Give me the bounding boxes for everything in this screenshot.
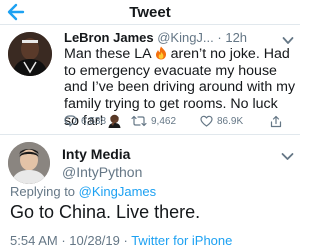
like-action[interactable]: 86.9K: [200, 114, 243, 128]
reply-author-handle[interactable]: @IntyPython: [62, 164, 142, 180]
dot-separator: ·: [213, 30, 226, 45]
tweet-text-part-1: Man these LA: [64, 46, 155, 62]
heart-icon: [200, 115, 213, 127]
share-icon: [270, 115, 282, 128]
reply-text: Go to China. Live there.: [10, 202, 201, 222]
client-link[interactable]: Twitter for iPhone: [131, 233, 232, 248]
reply-time: 5:54 AM: [10, 233, 58, 248]
reply-icon: [64, 115, 77, 127]
like-count: 86.9K: [217, 115, 244, 127]
retweet-icon: [131, 115, 147, 127]
replying-to-label: Replying to: [10, 184, 79, 199]
tweet-meta: 5:54 AM · 10/28/19 · Twitter for iPhone: [10, 233, 232, 248]
reply-count: 6,538: [81, 115, 107, 127]
retweet-action[interactable]: 9,462: [131, 114, 176, 128]
reply-date: 10/28/19: [69, 233, 120, 248]
reply-author-name[interactable]: Inty Media: [62, 146, 130, 162]
tweet-header: LeBron James @KingJ... · 12h: [64, 30, 296, 46]
author-name[interactable]: LeBron James: [64, 30, 154, 45]
tweet-actions: 6,538 9,462 86.9K: [64, 114, 296, 128]
meta-separator: ·: [57, 233, 70, 248]
share-action[interactable]: [270, 114, 282, 128]
fire-icon: [155, 46, 167, 60]
tweet-time[interactable]: 12h: [225, 30, 247, 45]
quoted-tweet[interactable]: LeBron James @KingJ... · 12h Man these L…: [0, 26, 300, 135]
meta-separator: ·: [119, 233, 132, 248]
avatar[interactable]: [8, 32, 52, 76]
chevron-down-icon[interactable]: [281, 148, 294, 166]
avatar[interactable]: [8, 142, 50, 184]
author-handle[interactable]: @KingJ...: [157, 30, 214, 45]
replying-to-link[interactable]: @KingJames: [79, 184, 157, 199]
retweet-count: 9,462: [151, 115, 177, 127]
top-bar: Tweet: [0, 0, 300, 25]
reply-action[interactable]: 6,538: [64, 114, 106, 128]
replying-to: Replying to @KingJames: [10, 184, 156, 199]
page-title: Tweet: [129, 4, 171, 21]
